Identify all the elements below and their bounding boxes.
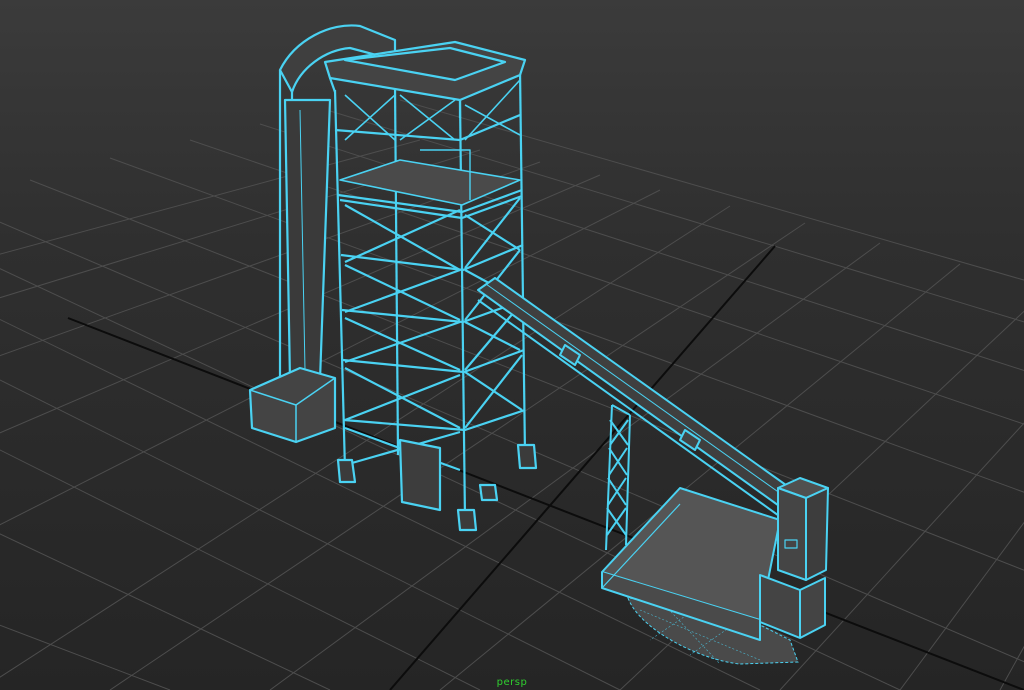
scene-canvas[interactable] (0, 0, 1024, 690)
headframe-tower[interactable] (248, 24, 538, 532)
perspective-viewport[interactable]: persp (0, 0, 1024, 690)
inclined-conveyor[interactable] (477, 277, 801, 519)
camera-name-label: persp (496, 677, 528, 688)
loading-platform[interactable] (601, 487, 781, 641)
ground-grid (0, 99, 1024, 690)
